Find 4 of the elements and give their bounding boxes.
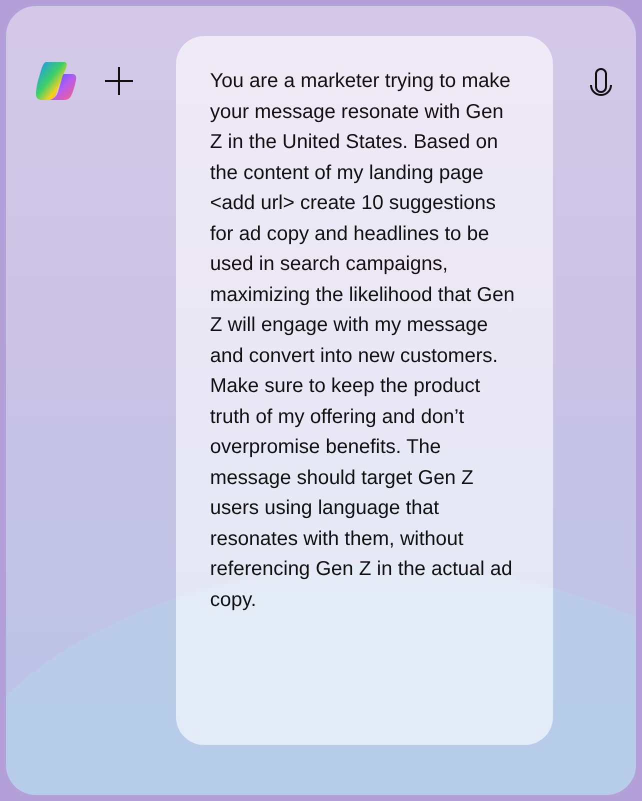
plus-icon xyxy=(104,66,134,96)
add-button[interactable] xyxy=(104,66,134,96)
logo-icon xyxy=(34,60,78,102)
prompt-text: You are a marketer trying to make your message resonate with Gen Z in the United States. Based on the content of my landing page <add url> create 10 suggestions for ad copy and headlines to be used in search campaigns, maximizing the likelihood that Gen Z will engage with my message and convert into new customers. Make sure to keep the product truth of my offering and don’t overpromise benefits. The message should target Gen Z users using language that resonates with them, without referencing Gen Z in the actual ad copy. xyxy=(210,69,516,612)
